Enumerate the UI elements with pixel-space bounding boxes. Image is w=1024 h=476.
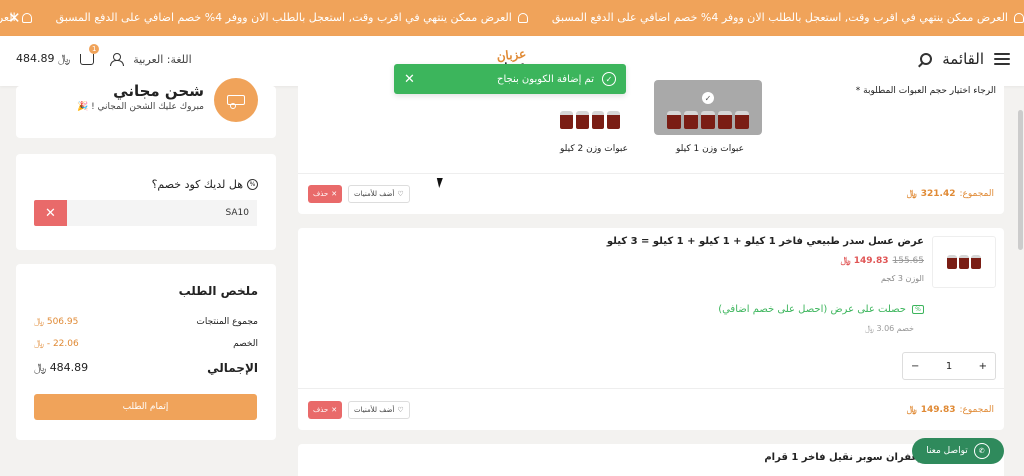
shipping-title: شحن مجاني: [113, 82, 204, 100]
summary-discount-value: 22.06 - ﷼: [34, 339, 79, 349]
pack-2kg-label[interactable]: عبوات وزن 2 كيلو: [560, 144, 628, 154]
product-weight: الوزن 3 كجم: [880, 274, 924, 283]
quantity-stepper[interactable]: − 1 +: [902, 352, 996, 380]
item-2-total: المجموع: 149.83 ﷼: [906, 405, 994, 415]
toast-message: تم إضافة الكوبون بنجاح: [497, 73, 594, 85]
checkout-button[interactable]: إتمام الطلب: [34, 394, 257, 420]
close-icon: ✕: [331, 406, 338, 414]
divider: [298, 173, 1004, 174]
coupon-card: % هل لديك كود خصم؟ ✕: [16, 154, 276, 250]
cart-icon[interactable]: 1: [80, 43, 100, 65]
add-to-wishlist-button[interactable]: ♡ أضف للأمنيات: [348, 185, 410, 203]
quantity-value[interactable]: 1: [946, 361, 952, 372]
whatsapp-contact-button[interactable]: ✆ تواصل معنا: [912, 438, 1004, 464]
order-summary-card: ملخص الطلب مجموع المنتجات 506.95 ﷼ الخصم…: [16, 264, 276, 440]
cart-count-badge: 1: [89, 43, 100, 54]
cart-item-1: الرجاء اختيار حجم العبوات المطلوبة * ✓ ع…: [298, 80, 1004, 214]
shipping-badge: [214, 78, 258, 122]
product-thumbnail[interactable]: [932, 236, 996, 288]
summary-total-row: الإجمالي 484.89 ﷼: [34, 361, 258, 375]
whatsapp-icon: ✆: [973, 443, 990, 459]
product-title[interactable]: زعفران سوبر نقيل فاخر 1 قرام: [764, 452, 924, 463]
heart-icon: ♡: [397, 190, 404, 198]
bell-icon: [21, 12, 32, 23]
summary-discount-row: الخصم 22.06 - ﷼: [34, 339, 258, 349]
add-to-wishlist-button[interactable]: ♡ أضف للأمنيات: [348, 401, 410, 419]
announcement-message: العرض ممكن ينتهي في اقرب وقت, استعجل بال…: [0, 11, 32, 24]
product-title[interactable]: عرض عسل سدر طبيعي فاخر 1 كيلو + 1 كيلو +…: [607, 236, 924, 247]
coupon-input[interactable]: [67, 200, 257, 226]
discount-tag-icon: %: [912, 305, 924, 314]
decrease-quantity-button[interactable]: −: [911, 361, 919, 372]
menu-button[interactable]: القائمة: [920, 50, 1010, 68]
summary-title: ملخص الطلب: [178, 284, 258, 298]
divider: [298, 388, 1004, 389]
check-icon: ✓: [702, 92, 714, 104]
old-price: 155.65: [892, 256, 925, 266]
discount-amount: خصم 3.06 ﷼: [865, 324, 914, 333]
coupon-question: % هل لديك كود خصم؟: [152, 178, 258, 191]
heart-icon: ♡: [397, 406, 404, 414]
truck-icon: [227, 95, 245, 109]
bell-icon: [1014, 12, 1024, 23]
remove-coupon-button[interactable]: ✕: [34, 200, 67, 226]
cart-item-2: عرض عسل سدر طبيعي فاخر 1 كيلو + 1 كيلو +…: [298, 228, 1004, 430]
announcement-message: العرض ممكن ينتهي في اقرب وقت, استعجل بال…: [56, 11, 528, 24]
announcement-bar: ✕ العرض ممكن ينتهي في اقرب وقت, استعجل ب…: [0, 0, 1024, 36]
summary-total-label: الإجمالي: [207, 361, 258, 375]
bell-icon: [517, 12, 528, 23]
cart-total[interactable]: ﷼ 484.89: [16, 52, 70, 66]
pack-option-1kg[interactable]: ✓: [654, 80, 762, 135]
announcement-message: العرض ممكن ينتهي في اقرب وقت, استعجل بال…: [552, 11, 1024, 24]
success-toast: ✓ تم إضافة الكوبون بنجاح ✕: [394, 64, 626, 94]
summary-products-value: 506.95 ﷼: [34, 317, 79, 327]
language-switcher[interactable]: اللغة: العربية: [133, 53, 192, 66]
increase-quantity-button[interactable]: +: [979, 361, 987, 372]
product-price: 155.65 149.83 ﷼: [841, 256, 924, 266]
summary-products-label: مجموع المنتجات: [196, 317, 258, 327]
summary-total-value: 484.89 ﷼: [34, 361, 89, 374]
cart-item-3: زعفران سوبر نقيل فاخر 1 قرام: [298, 444, 1004, 476]
pack-size-note: الرجاء اختيار حجم العبوات المطلوبة *: [855, 86, 996, 96]
search-icon[interactable]: [920, 53, 933, 65]
scrollbar[interactable]: [1018, 110, 1023, 250]
user-icon[interactable]: [110, 52, 125, 66]
free-shipping-card: شحن مجاني مبروك عليك الشحن المجاني ! 🎉: [16, 78, 276, 138]
delete-item-button[interactable]: ✕ حذف: [308, 185, 343, 203]
item-1-total: المجموع: 321.42 ﷼: [906, 189, 994, 199]
check-circle-icon: ✓: [602, 72, 616, 86]
summary-discount-label: الخصم: [233, 339, 258, 349]
announcement-ticker: العرض ممكن ينتهي في اقرب وقت, استعجل بال…: [0, 11, 1024, 24]
new-price: 149.83 ﷼: [840, 256, 889, 266]
toast-close-icon[interactable]: ✕: [404, 72, 415, 87]
hamburger-icon[interactable]: [994, 53, 1010, 65]
pack-1kg-label[interactable]: عبوات وزن 1 كيلو: [676, 144, 744, 154]
close-icon: ✕: [331, 190, 338, 198]
summary-products-row: مجموع المنتجات 506.95 ﷼: [34, 317, 258, 327]
offer-applied: % حصلت على عرض (احصل على خصم اضافي): [718, 304, 924, 315]
percent-icon: %: [247, 179, 258, 190]
shipping-subtitle: مبروك عليك الشحن المجاني ! 🎉: [77, 102, 204, 112]
delete-item-button[interactable]: ✕ حذف: [308, 401, 343, 419]
menu-label[interactable]: القائمة: [942, 50, 984, 68]
header-actions: ﷼ 484.89 1 اللغة: العربية: [16, 43, 192, 66]
